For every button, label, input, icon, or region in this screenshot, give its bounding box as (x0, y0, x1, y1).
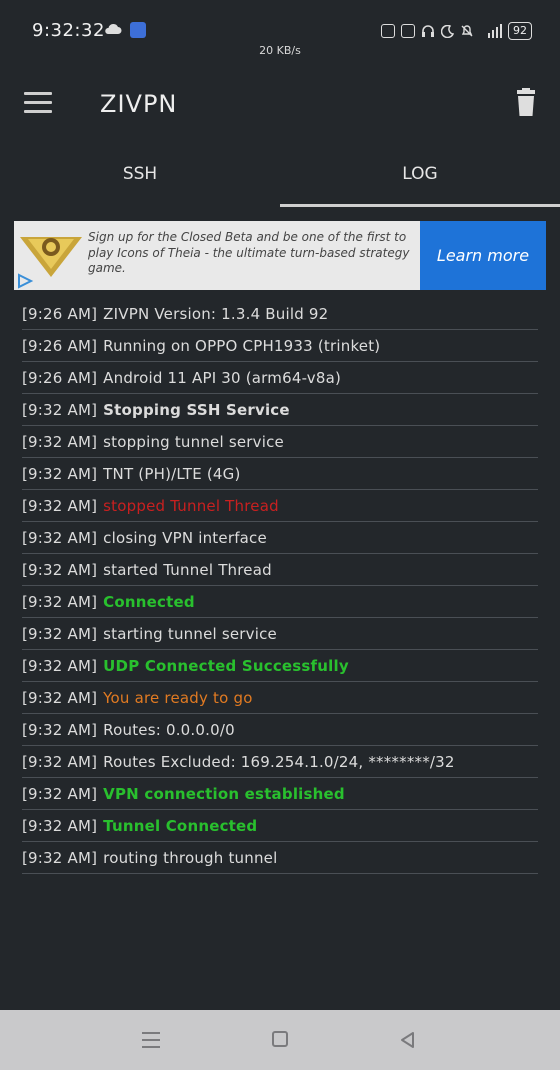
log-entry: [9:32 AM] closing VPN interface (22, 522, 538, 554)
log-message: Tunnel Connected (103, 816, 258, 835)
log-message: ZIVPN Version: 1.3.4 Build 92 (103, 304, 329, 323)
log-entry: [9:32 AM] Tunnel Connected (22, 810, 538, 842)
log-entry: [9:32 AM] Routes: 0.0.0.0/0 (22, 714, 538, 746)
log-timestamp: [9:32 AM] (22, 592, 98, 611)
adchoices-icon[interactable] (14, 272, 36, 290)
status-left-icons (104, 22, 146, 38)
log-entry: [9:32 AM] Connected (22, 586, 538, 618)
log-message: Android 11 API 30 (arm64-v8a) (103, 368, 342, 387)
log-message: TNT (PH)/LTE (4G) (103, 464, 241, 483)
log-message: UDP Connected Successfully (103, 656, 349, 675)
log-message: Routes: 0.0.0.0/0 (103, 720, 235, 739)
log-timestamp: [9:32 AM] (22, 464, 98, 483)
log-message: closing VPN interface (103, 528, 267, 547)
log-timestamp: [9:32 AM] (22, 848, 98, 867)
log-message: stopped Tunnel Thread (103, 496, 279, 515)
log-timestamp: [9:32 AM] (22, 432, 98, 451)
ad-banner[interactable]: Sign up for the Closed Beta and be one o… (14, 221, 546, 290)
log-entry: [9:32 AM] stopping tunnel service (22, 426, 538, 458)
log-entry: [9:32 AM] VPN connection established (22, 778, 538, 810)
app-bar: ZIVPN (0, 70, 560, 140)
log-entry: [9:32 AM] routing through tunnel (22, 842, 538, 874)
log-entry: [9:32 AM] Routes Excluded: 169.254.1.0/24… (22, 746, 538, 778)
log-timestamp: [9:32 AM] (22, 400, 98, 419)
headset-icon (422, 25, 434, 37)
tab-ssh[interactable]: SSH (0, 140, 280, 204)
tab-bar: SSH LOG (0, 140, 560, 208)
log-timestamp: [9:32 AM] (22, 720, 98, 739)
log-message: You are ready to go (103, 688, 253, 707)
log-entry: [9:32 AM] starting tunnel service (22, 618, 538, 650)
log-timestamp: [9:32 AM] (22, 560, 98, 579)
vpn-icon (401, 24, 415, 38)
moon-icon (441, 24, 454, 38)
log-timestamp: [9:26 AM] (22, 336, 98, 355)
log-message: stopping tunnel service (103, 432, 284, 451)
status-time: 9:32:32 (32, 20, 105, 41)
status-bar: 9:32:32 20 KB/s 92 (0, 0, 560, 70)
log-entry: [9:26 AM] Running on OPPO CPH1933 (trinke… (22, 330, 538, 362)
log-timestamp: [9:32 AM] (22, 496, 98, 515)
log-timestamp: [9:32 AM] (22, 656, 98, 675)
back-icon[interactable] (398, 1030, 418, 1050)
log-entry: [9:32 AM] You are ready to go (22, 682, 538, 714)
log-timestamp: [9:32 AM] (22, 624, 98, 643)
log-message: Stopping SSH Service (103, 400, 290, 419)
home-icon[interactable] (272, 1031, 288, 1047)
log-message: Running on OPPO CPH1933 (trinket) (103, 336, 381, 355)
log-message: starting tunnel service (103, 624, 277, 643)
trash-icon[interactable] (514, 88, 538, 118)
tab-selected-indicator (280, 204, 560, 207)
signal-icon (488, 24, 502, 38)
system-nav-bar (0, 1010, 560, 1070)
log-timestamp: [9:26 AM] (22, 368, 98, 387)
log-timestamp: [9:32 AM] (22, 752, 98, 771)
log-entry: [9:26 AM] Android 11 API 30 (arm64-v8a) (22, 362, 538, 394)
ad-text: Sign up for the Closed Beta and be one o… (88, 230, 410, 275)
net-speed: 20 KB/s (259, 44, 301, 57)
log-message: Routes Excluded: 169.254.1.0/24, *******… (103, 752, 455, 771)
log-list: [9:26 AM] ZIVPN Version: 1.3.4 Build 92 [9… (22, 298, 538, 874)
cloud-icon (104, 22, 122, 36)
tab-log[interactable]: LOG (280, 140, 560, 204)
log-entry: [9:32 AM] TNT (PH)/LTE (4G) (22, 458, 538, 490)
vpn-key-icon (381, 24, 395, 38)
bell-off-icon (461, 25, 473, 37)
log-message: VPN connection established (103, 784, 345, 803)
log-timestamp: [9:32 AM] (22, 528, 98, 547)
hamburger-icon[interactable] (24, 92, 52, 114)
app-title: ZIVPN (100, 90, 178, 118)
log-timestamp: [9:26 AM] (22, 304, 98, 323)
log-timestamp: [9:32 AM] (22, 688, 98, 707)
log-entry: [9:32 AM] started Tunnel Thread (22, 554, 538, 586)
log-timestamp: [9:32 AM] (22, 784, 98, 803)
log-entry: [9:32 AM] Stopping SSH Service (22, 394, 538, 426)
status-right-icons: 92 (381, 22, 532, 40)
battery-indicator: 92 (508, 22, 532, 40)
recent-apps-icon[interactable] (142, 1032, 162, 1048)
app-notification-icon (130, 22, 146, 38)
log-message: routing through tunnel (103, 848, 278, 867)
log-message: started Tunnel Thread (103, 560, 272, 579)
log-entry: [9:32 AM] stopped Tunnel Thread (22, 490, 538, 522)
log-timestamp: [9:32 AM] (22, 816, 98, 835)
log-entry: [9:32 AM] UDP Connected Successfully (22, 650, 538, 682)
ad-learn-more-button[interactable]: Learn more (420, 221, 546, 290)
log-entry: [9:26 AM] ZIVPN Version: 1.3.4 Build 92 (22, 298, 538, 330)
log-message: Connected (103, 592, 195, 611)
